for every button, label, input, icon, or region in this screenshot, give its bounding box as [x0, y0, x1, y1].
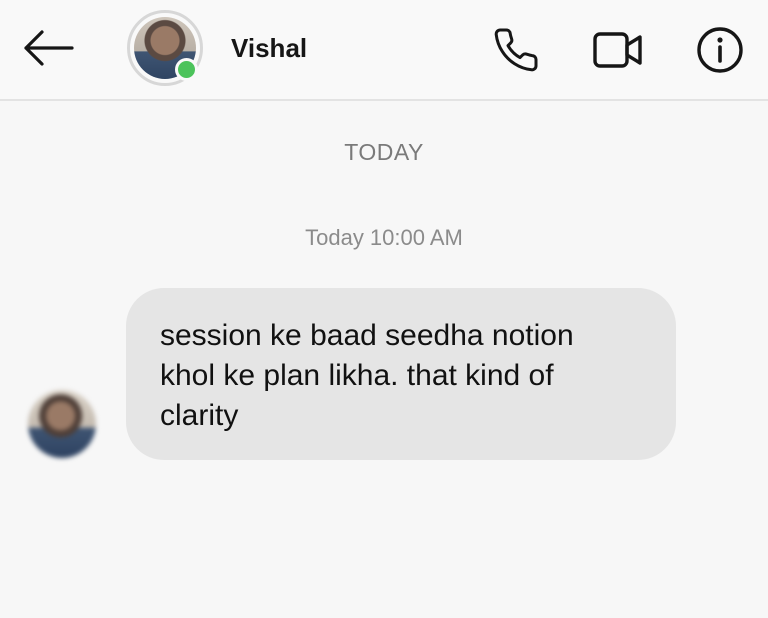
- sender-avatar[interactable]: [28, 390, 96, 458]
- video-call-button[interactable]: [592, 24, 644, 76]
- message-text-line: session ke baad seedha notion: [160, 319, 574, 352]
- back-arrow-icon: [24, 30, 74, 66]
- info-button[interactable]: [694, 24, 746, 76]
- voice-call-button[interactable]: [490, 24, 542, 76]
- phone-icon: [494, 28, 538, 72]
- message-bubble[interactable]: session ke baad seedha notion khol ke pl…: [126, 288, 676, 460]
- contact-name[interactable]: Vishal: [231, 33, 307, 64]
- video-camera-icon: [593, 32, 642, 68]
- online-status-indicator: [175, 58, 198, 81]
- info-icon: [697, 27, 743, 73]
- contact-avatar[interactable]: [127, 10, 203, 86]
- date-separator: TODAY: [344, 139, 424, 165]
- message-text-line: clarity: [160, 399, 239, 432]
- message-text-line: khol ke plan likha. that kind of: [160, 359, 554, 392]
- message-timestamp: Today 10:00 AM: [305, 225, 463, 250]
- back-button[interactable]: [18, 26, 76, 70]
- chat-header: Vishal: [0, 0, 768, 101]
